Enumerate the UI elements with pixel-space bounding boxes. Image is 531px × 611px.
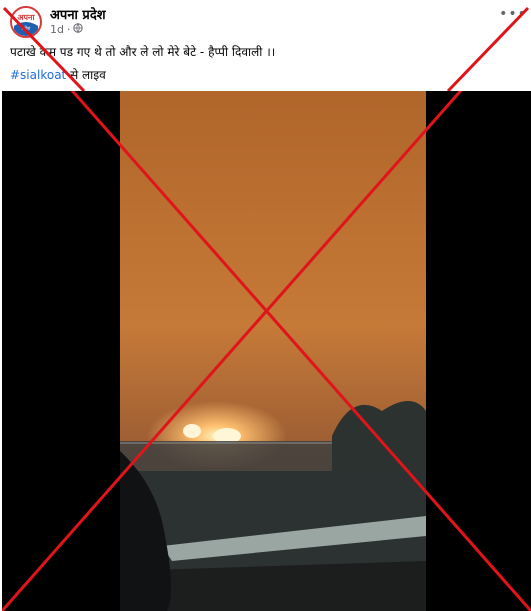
avatar-logo-bottom: प्रदेश bbox=[22, 25, 32, 32]
post-meta: 1d · bbox=[50, 23, 84, 36]
globe-icon bbox=[73, 23, 84, 36]
page-name[interactable]: अपना प्रदेश bbox=[50, 5, 106, 23]
hashtag-link[interactable]: #sialkoat bbox=[10, 68, 66, 82]
more-options-icon[interactable]: ••• bbox=[499, 6, 526, 22]
page-avatar[interactable]: अपना प्रदेश bbox=[10, 6, 42, 38]
video-frame bbox=[120, 91, 426, 611]
page-logo: अपना प्रदेश bbox=[12, 8, 40, 36]
hashtag-line: #sialkoat से लाइव bbox=[10, 66, 106, 83]
hashtag-suffix: से लाइव bbox=[66, 68, 106, 82]
avatar-logo-top: अपना bbox=[17, 13, 35, 22]
video-player[interactable] bbox=[2, 91, 531, 611]
fire-burst bbox=[183, 424, 201, 438]
meta-separator: · bbox=[66, 23, 71, 36]
post-caption: पटाखे कम पड गए थे तो और ले लो मेरे बेटे … bbox=[10, 45, 276, 59]
facebook-post: अपना प्रदेश अपना प्रदेश 1d · ••• पटाखे क… bbox=[0, 0, 531, 611]
post-timestamp[interactable]: 1d bbox=[50, 23, 64, 36]
